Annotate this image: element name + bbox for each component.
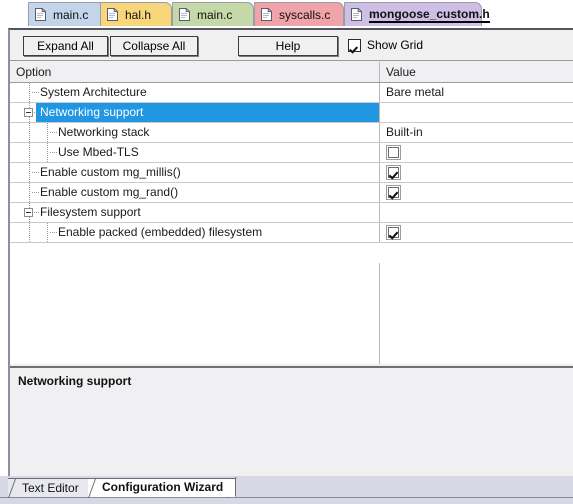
value-cell[interactable]	[380, 103, 573, 122]
file-tab-label: main.c	[53, 7, 89, 22]
show-grid-checkbox[interactable]: Show Grid	[348, 38, 423, 52]
grid-row[interactable]: Enable custom mg_rand()	[10, 183, 573, 203]
tree-guide-line	[50, 152, 58, 153]
column-header-option[interactable]: Option	[10, 62, 380, 82]
help-button[interactable]: Help	[238, 36, 338, 56]
tree-guide-line	[32, 92, 40, 93]
tree-guide-line	[32, 192, 40, 193]
option-label: Networking stack	[58, 125, 150, 139]
value-cell[interactable]	[380, 223, 573, 242]
grid-rows: System Architecture Bare metal Networking …	[10, 83, 573, 243]
file-tab-label: syscalls.c	[279, 7, 331, 22]
tree-guide-line	[50, 232, 58, 233]
value-text: Built-in	[386, 125, 423, 139]
tree-guide-line	[29, 223, 30, 242]
file-tab-3[interactable]: syscalls.c	[254, 2, 344, 26]
option-label: Use Mbed-TLS	[58, 145, 139, 159]
file-tab-label: mongoose_custom.h	[369, 6, 490, 23]
tree-guide-line	[29, 83, 30, 102]
collapse-all-button[interactable]: Collapse All	[110, 36, 198, 56]
tree-guide-line	[29, 123, 30, 142]
tree-guide-line	[47, 223, 48, 242]
tree-guide-line	[32, 212, 40, 213]
value-cell[interactable]	[380, 163, 573, 182]
tab-configuration-wizard[interactable]: Configuration Wizard	[88, 478, 237, 497]
column-header-value[interactable]: Value	[380, 62, 573, 82]
option-cell[interactable]: Enable packed (embedded) filesystem	[10, 223, 380, 242]
document-icon	[35, 8, 46, 21]
tree-guide-line	[50, 132, 58, 133]
document-icon	[261, 8, 272, 21]
value-checkbox[interactable]	[386, 185, 401, 200]
show-grid-label: Show Grid	[367, 38, 424, 52]
tab-text-editor[interactable]: Text Editor	[8, 478, 92, 497]
expand-all-button[interactable]: Expand All	[23, 36, 108, 56]
document-icon	[351, 8, 362, 21]
view-tab-bar: Text Editor Configuration Wizard	[0, 476, 573, 504]
value-checkbox[interactable]	[386, 145, 401, 160]
value-cell[interactable]: Bare metal	[380, 83, 573, 102]
option-label: Enable custom mg_millis()	[40, 165, 181, 179]
value-cell[interactable]: Built-in	[380, 123, 573, 142]
tree-guide-line	[32, 172, 40, 173]
value-cell[interactable]	[380, 203, 573, 222]
wizard-toolbar: Expand All Collapse All Help Show Grid	[10, 31, 573, 61]
option-cell[interactable]: Networking stack	[10, 123, 380, 142]
option-label: System Architecture	[40, 85, 147, 99]
grid-row[interactable]: Networking stack Built-in	[10, 123, 573, 143]
grid-row[interactable]: Filesystem support	[10, 203, 573, 223]
tree-guide-line	[47, 143, 48, 162]
option-cell[interactable]: System Architecture	[10, 83, 380, 102]
file-tab-0[interactable]: main.c	[28, 2, 108, 26]
grid-row[interactable]: Enable packed (embedded) filesystem	[10, 223, 573, 243]
option-label: Enable packed (embedded) filesystem	[58, 225, 263, 239]
file-tab-label: main.c	[197, 7, 233, 22]
file-tab-4[interactable]: mongoose_custom.h	[344, 2, 490, 26]
option-cell[interactable]: Filesystem support	[10, 203, 380, 222]
option-label: Networking support	[40, 105, 144, 119]
grid-empty-area	[10, 263, 573, 364]
option-cell[interactable]: Enable custom mg_rand()	[10, 183, 380, 202]
option-cell[interactable]: Networking support	[10, 103, 380, 122]
grid-row[interactable]: Networking support	[10, 103, 573, 123]
tree-guide-line	[29, 183, 30, 202]
value-text: Bare metal	[386, 85, 445, 99]
description-pane: Networking support	[10, 366, 573, 472]
value-checkbox[interactable]	[386, 165, 401, 180]
configuration-grid[interactable]: Option Value System Architecture Bare met…	[10, 62, 573, 364]
tree-guide-line	[29, 163, 30, 182]
grid-row[interactable]: System Architecture Bare metal	[10, 83, 573, 103]
collapse-icon[interactable]	[24, 108, 33, 117]
file-tab-strip: main.c hal.h main.c syscalls.c mongoose_cust…	[0, 0, 573, 28]
option-cell[interactable]: Use Mbed-TLS	[10, 143, 380, 162]
file-tab-2[interactable]: main.c	[172, 2, 254, 26]
show-grid-checkbox-box[interactable]	[348, 38, 361, 52]
grid-header-row: Option Value	[10, 62, 573, 83]
value-cell[interactable]	[380, 143, 573, 162]
file-tab-label: hal.h	[125, 7, 152, 22]
view-tab-separator	[0, 497, 573, 498]
tree-guide-line	[47, 123, 48, 142]
tree-guide-line	[29, 143, 30, 162]
grid-row[interactable]: Use Mbed-TLS	[10, 143, 573, 163]
tab-configuration-wizard-label: Configuration Wizard	[102, 480, 224, 494]
tab-text-editor-label: Text Editor	[22, 480, 79, 495]
option-cell[interactable]: Enable custom mg_millis()	[10, 163, 380, 182]
option-label: Filesystem support	[40, 205, 141, 219]
collapse-icon[interactable]	[24, 208, 33, 217]
file-tab-1[interactable]: hal.h	[100, 2, 172, 26]
document-icon	[107, 8, 118, 21]
document-icon	[179, 8, 190, 21]
grid-row[interactable]: Enable custom mg_millis()	[10, 163, 573, 183]
description-title: Networking support	[18, 374, 132, 388]
value-checkbox[interactable]	[386, 225, 401, 240]
option-label: Enable custom mg_rand()	[40, 185, 179, 199]
value-cell[interactable]	[380, 183, 573, 202]
